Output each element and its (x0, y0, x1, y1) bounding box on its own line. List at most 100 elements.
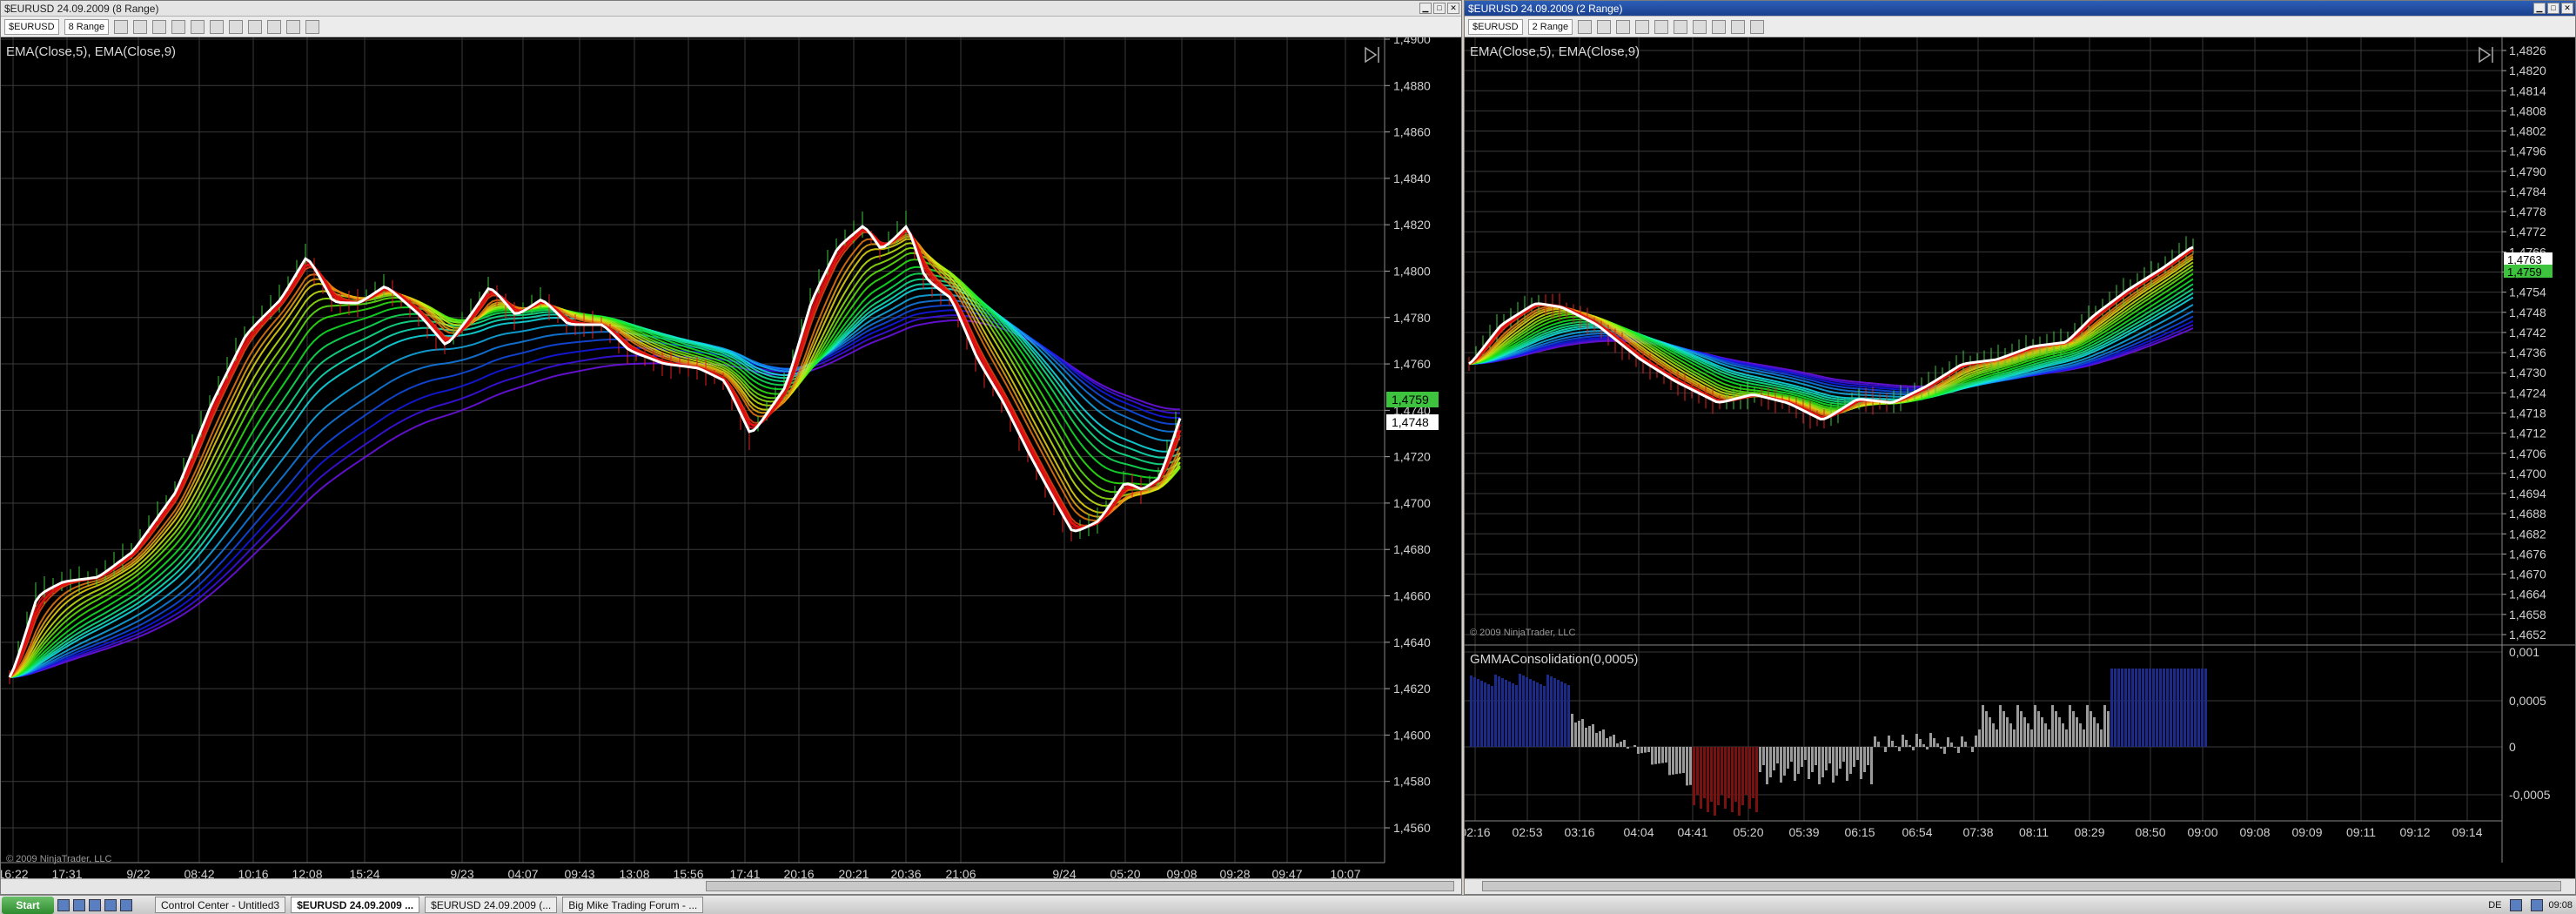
alert-icon[interactable] (1731, 19, 1746, 34)
time-tick-label: 20:21 (838, 867, 869, 878)
histogram-bar (1818, 747, 1821, 784)
strategy-icon[interactable] (267, 19, 282, 34)
time-tick-label: 20:36 (890, 867, 921, 878)
histogram-bar (1842, 747, 1845, 762)
time-tick-label: 02:53 (1512, 825, 1542, 839)
media-player-icon[interactable] (104, 898, 117, 911)
period-selector[interactable]: 2 Range (1527, 18, 1573, 35)
properties-icon[interactable] (191, 19, 205, 34)
chart-window-8-range[interactable]: $EURUSD 24.09.2009 (8 Range) ▁ □ ✕ $EURU… (0, 0, 1462, 895)
time-tick-label: 15:56 (673, 867, 703, 878)
histogram-bar (2069, 705, 2071, 747)
close-icon[interactable]: ✕ (2561, 3, 2573, 14)
histogram-bar (1933, 738, 1935, 747)
taskbar-button[interactable]: $EURUSD 24.09.2009 ... (291, 897, 420, 913)
close-icon[interactable]: ✕ (1447, 3, 1459, 14)
histogram-bar (1856, 747, 1859, 760)
zoom-out-icon[interactable] (171, 19, 186, 34)
zoom-in-icon[interactable] (1616, 19, 1631, 34)
maximize-icon[interactable]: □ (1433, 3, 1446, 14)
price-tick-label: 1,4664 (2509, 588, 2546, 601)
indicator-icon[interactable] (248, 19, 263, 34)
draw-tool-icon[interactable] (1597, 19, 1612, 34)
taskbar-button[interactable]: Big Mike Trading Forum - ... (562, 897, 704, 913)
show-desktop-icon[interactable] (57, 898, 70, 911)
minimize-icon[interactable]: ▁ (2533, 3, 2546, 14)
candlestick-icon[interactable] (114, 19, 129, 34)
browser-icon[interactable] (73, 898, 85, 911)
histogram-bar (1895, 746, 1897, 747)
window-title-bar[interactable]: $EURUSD 24.09.2009 (2 Range) ▁ □ ✕ (1465, 1, 2575, 17)
language-indicator[interactable]: DE (2488, 900, 2501, 911)
histogram-bar (1919, 739, 1922, 747)
price-tick-label: 1,4680 (1393, 542, 1431, 556)
histogram-bar (2128, 669, 2130, 747)
time-tick-label: 20:16 (783, 867, 814, 878)
volume-icon[interactable] (2531, 898, 2544, 911)
instrument-selector[interactable]: $EURUSD (4, 18, 59, 35)
histogram-bar (1808, 747, 1810, 779)
strategy-icon[interactable] (1712, 19, 1727, 34)
price-tick-label: 1,4820 (2509, 64, 2546, 77)
candlestick-icon[interactable] (1578, 19, 1593, 34)
histogram-bar (2124, 669, 2127, 747)
price-chart[interactable]: 1,4900 1,4880 1,4860 1,4840 1,4820 1,4800 1,47… (1, 32, 1461, 881)
network-icon[interactable] (2510, 898, 2523, 911)
histogram-bar (1627, 747, 1629, 749)
histogram-bar (1543, 686, 1546, 747)
histogram-bar (1571, 714, 1573, 747)
app-icon[interactable] (120, 898, 132, 911)
minimize-icon[interactable]: ▁ (1419, 3, 1432, 14)
histogram-bar (1505, 680, 1507, 747)
zoom-in-icon[interactable] (152, 19, 167, 34)
histogram-bar (1686, 747, 1688, 786)
histogram-bar (2030, 729, 2033, 747)
histogram-bar (1978, 729, 1981, 747)
copyright-text: © 2009 NinjaTrader, LLC (6, 854, 112, 864)
price-chart[interactable]: 1,4826 1,4820 1,4814 1,4808 1,4802 1,4796 1,47… (1465, 37, 2575, 878)
scrollbar-thumb[interactable] (706, 881, 1454, 891)
draw-tool-icon[interactable] (133, 19, 148, 34)
indicator-icon[interactable] (1693, 19, 1707, 34)
indicator-label: EMA(Close,5), EMA(Close,9) (1470, 44, 1640, 59)
indicator-axis: 0,001 0,0005 0 -0,0005 (2509, 645, 2551, 802)
data-box-icon[interactable] (305, 19, 320, 34)
windows-taskbar: Start Control Center - Untitled3 $EURUSD … (0, 895, 2576, 914)
histogram-bar (1567, 685, 1570, 747)
clock[interactable]: 09:08 (2548, 900, 2573, 911)
price-tick-label: 1,4620 (1393, 682, 1431, 696)
window-title-bar[interactable]: $EURUSD 24.09.2009 (8 Range) ▁ □ ✕ (1, 1, 1461, 17)
maximize-icon[interactable]: □ (2547, 3, 2559, 14)
last-price-tags: 1,47631,4759 (2504, 252, 2553, 279)
gmma-consolidation-histogram (1470, 669, 2207, 816)
start-button[interactable]: Start (2, 896, 54, 914)
zoom-out-icon[interactable] (1635, 19, 1650, 34)
cursor-icon[interactable] (1674, 19, 1688, 34)
period-selector[interactable]: 8 Range (64, 18, 110, 35)
horizontal-scrollbar[interactable] (1465, 878, 2575, 894)
chart-window-2-range[interactable]: $EURUSD 24.09.2009 (2 Range) ▁ □ ✕ $EURU… (1464, 0, 2576, 895)
time-tick-label: 05:39 (1788, 825, 1819, 839)
price-tick-label: 1,4900 (1393, 37, 1431, 46)
histogram-bar (1553, 678, 1556, 747)
histogram-bar (1954, 747, 1956, 748)
histogram-bar (1620, 742, 1622, 747)
horizontal-scrollbar[interactable] (1, 878, 1461, 894)
taskbar-button[interactable]: Control Center - Untitled3 (155, 897, 286, 913)
alert-icon[interactable] (286, 19, 301, 34)
histogram-bar (1905, 740, 1908, 747)
cursor-icon[interactable] (210, 19, 225, 34)
indicator-tick-label: 0,0005 (2509, 694, 2546, 708)
scrollbar-thumb[interactable] (1482, 881, 2561, 891)
histogram-bar (1853, 747, 1855, 767)
time-tick-label: 09:09 (2291, 825, 2322, 839)
histogram-bar (1902, 735, 1904, 747)
scroll-to-end-icon (1365, 46, 1379, 64)
crosshair-icon[interactable] (229, 19, 244, 34)
taskbar-button[interactable]: $EURUSD 24.09.2009 (... (425, 897, 558, 913)
histogram-bar (1985, 711, 1988, 747)
properties-icon[interactable] (1654, 19, 1669, 34)
instrument-selector[interactable]: $EURUSD (1468, 18, 1523, 35)
explorer-icon[interactable] (89, 898, 101, 911)
data-box-icon[interactable] (1750, 19, 1765, 34)
